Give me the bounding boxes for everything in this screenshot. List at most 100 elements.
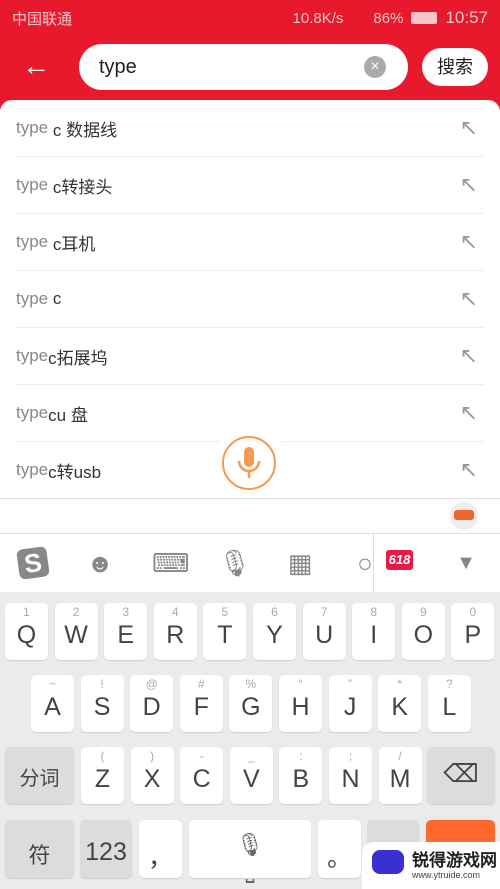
- key-secondary: 3: [122, 605, 130, 619]
- suggestion-item[interactable]: type c拓展坞 ↖: [16, 328, 484, 385]
- key-label: A: [44, 693, 61, 721]
- key-b[interactable]: :B: [279, 747, 323, 804]
- mascot-avatar-icon[interactable]: [450, 502, 478, 530]
- key-label: U: [315, 621, 334, 649]
- key-secondary: “: [298, 677, 303, 691]
- watermark-logo: 锐得游戏网 www.ytruide.com: [362, 842, 500, 889]
- key-secondary: *: [397, 677, 403, 691]
- key-label: 符: [28, 843, 51, 868]
- key-label: Q: [16, 621, 37, 649]
- battery-icon: [411, 12, 438, 24]
- key-label: 123: [85, 838, 127, 866]
- suggestion-item[interactable]: type c耳机 ↖: [16, 214, 484, 271]
- microphone-icon[interactable]: 🎙︎: [218, 548, 251, 578]
- key-label: J: [343, 693, 357, 721]
- key-x[interactable]: ) X: [130, 747, 174, 804]
- suggestion-rest: cu 盘: [48, 405, 88, 425]
- fill-arrow-icon[interactable]: ↖: [460, 343, 478, 369]
- fill-arrow-icon[interactable]: ↖: [460, 457, 478, 483]
- key-secondary: 1: [23, 605, 30, 619]
- key-d[interactable]: @ D: [130, 675, 174, 732]
- key-label: L: [442, 693, 457, 721]
- microphone-icon: [237, 447, 261, 478]
- fill-arrow-icon[interactable]: ↖: [460, 286, 478, 312]
- voice-search-button[interactable]: [222, 436, 276, 490]
- key-label: H: [291, 693, 310, 721]
- emoji-icon[interactable]: ☻: [85, 548, 115, 578]
- battery-level: 86%: [373, 9, 404, 27]
- sogou-logo-icon[interactable]: S: [16, 546, 50, 580]
- key-z[interactable]: (Z: [81, 747, 124, 804]
- key-label: R: [166, 621, 185, 649]
- key-label: K: [391, 693, 409, 721]
- key-y[interactable]: 6Y: [253, 603, 296, 660]
- key-label: S: [93, 693, 111, 721]
- key-e[interactable]: 3E: [104, 603, 148, 660]
- fill-arrow-icon[interactable]: ↖: [460, 400, 478, 426]
- key-q[interactable]: 1Q: [5, 603, 48, 660]
- watermark-icon: [372, 850, 404, 874]
- key-w[interactable]: 2W: [54, 603, 98, 660]
- key-secondary: ?: [445, 677, 453, 691]
- key-c[interactable]: -C: [180, 747, 224, 804]
- key-secondary: @: [145, 677, 158, 691]
- key-s[interactable]: ! S: [80, 675, 124, 732]
- key-r[interactable]: 4R: [153, 603, 197, 660]
- key-j[interactable]: ” J: [328, 675, 372, 732]
- key-label: D: [142, 693, 161, 721]
- key-secondary: %: [245, 677, 257, 691]
- key-secondary: :: [299, 749, 303, 763]
- grid-icon[interactable]: ▦: [285, 548, 315, 578]
- fill-arrow-icon[interactable]: ↖: [460, 172, 478, 198]
- clear-icon[interactable]: ×: [364, 56, 386, 78]
- key-h[interactable]: “H: [279, 675, 322, 732]
- suggestion-prefix: type: [16, 232, 49, 251]
- suggestion-item[interactable]: type c ↖: [16, 271, 484, 328]
- key-t[interactable]: 5T: [203, 603, 247, 660]
- key-secondary: ): [150, 749, 155, 763]
- space-key[interactable]: 🎙︎ ⎵: [189, 820, 311, 883]
- search-input[interactable]: [99, 52, 359, 82]
- carrier: 中国联通: [12, 10, 73, 28]
- key-g[interactable]: % G: [229, 675, 273, 732]
- key-i[interactable]: 8I: [352, 603, 396, 660]
- suggestion-item[interactable]: type c 数据线 ↖: [16, 100, 484, 157]
- split-words-key[interactable]: 分词: [5, 747, 74, 804]
- key-k[interactable]: * K: [378, 675, 422, 732]
- key-l[interactable]: ? L: [427, 675, 471, 732]
- search-box[interactable]: ×: [79, 44, 408, 90]
- fill-arrow-icon[interactable]: ↖: [460, 229, 478, 255]
- key-u[interactable]: 7U: [302, 603, 346, 660]
- clock: 10:57: [445, 8, 488, 27]
- key-p[interactable]: 0P: [451, 603, 495, 660]
- key-label: G: [241, 693, 261, 721]
- key-a[interactable]: ~ A: [31, 675, 74, 732]
- suggestion-item[interactable]: type c转接头 ↖: [16, 157, 484, 214]
- key-secondary: 6: [271, 605, 278, 619]
- back-arrow-icon[interactable]: ←: [22, 52, 50, 80]
- key-v[interactable]: _ V: [229, 747, 273, 804]
- search-icon[interactable]: ○: [350, 548, 380, 578]
- key-secondary: 8: [370, 605, 378, 619]
- key-m[interactable]: / M: [378, 747, 422, 804]
- period-key[interactable]: 。: [318, 820, 361, 878]
- key-o[interactable]: 9O: [401, 603, 445, 660]
- key-label: X: [143, 765, 161, 793]
- keyboard-icon[interactable]: ⌨: [152, 548, 190, 578]
- comma-key[interactable]: ，: [139, 820, 182, 878]
- backspace-key[interactable]: ⌫: [427, 747, 495, 804]
- key-secondary: 7: [320, 605, 328, 619]
- key-label: 。: [326, 844, 352, 872]
- key-secondary: _: [247, 749, 255, 763]
- key-secondary: 0: [469, 605, 477, 619]
- numbers-key[interactable]: 123: [80, 820, 132, 878]
- key-label: E: [117, 621, 135, 649]
- key-n[interactable]: ; N: [329, 747, 372, 804]
- collapse-icon[interactable]: ▼: [451, 548, 481, 578]
- symbol-key[interactable]: 符: [5, 820, 74, 878]
- 618-badge-icon[interactable]: 618: [386, 550, 413, 570]
- key-f[interactable]: # F: [179, 675, 223, 732]
- fill-arrow-icon[interactable]: ↖: [460, 115, 478, 141]
- toolbar-divider: [373, 534, 374, 592]
- search-button[interactable]: 搜索: [422, 48, 488, 86]
